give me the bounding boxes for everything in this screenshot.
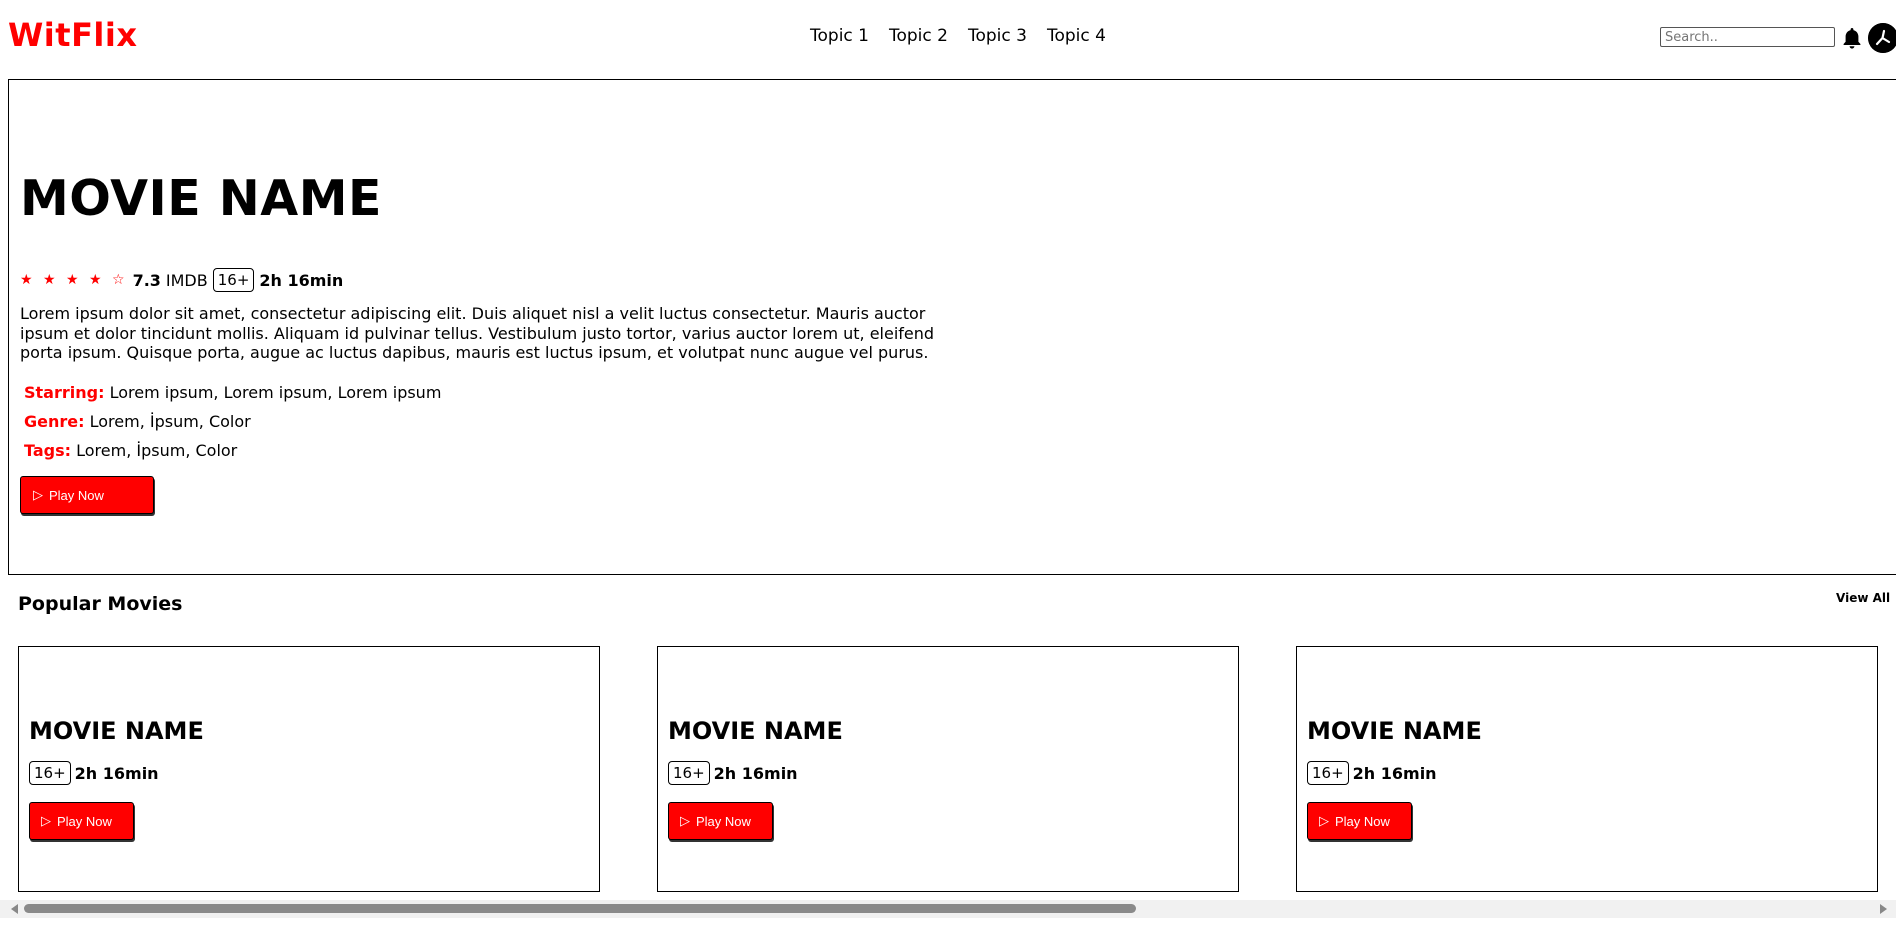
logo[interactable]: WitFlix (8, 16, 138, 54)
movie-card[interactable]: MOVIE NAME 16+ 2h 16min ▷ Play Now (18, 646, 600, 892)
movie-meta: 16+ 2h 16min (668, 761, 798, 785)
movie-card[interactable]: MOVIE NAME 16+ 2h 16min ▷ Play Now (657, 646, 1239, 892)
starring-row: Starring: Lorem ipsum, Lorem ipsum, Lore… (24, 383, 441, 402)
duration: 2h 16min (259, 270, 344, 290)
nav-topic-2[interactable]: Topic 2 (889, 26, 948, 46)
section-title: Popular Movies (18, 593, 183, 615)
age-badge: 16+ (1307, 761, 1349, 785)
play-button[interactable]: ▷ Play Now (668, 802, 773, 840)
play-button[interactable]: ▷ Play Now (29, 802, 134, 840)
duration: 2h 16min (1352, 763, 1437, 783)
tags-label: Tags: (24, 441, 72, 460)
movie-title: MOVIE NAME (1307, 717, 1482, 745)
header: WitFlix Topic 1 Topic 2 Topic 3 Topic 4 (0, 0, 1896, 78)
play-label: Play Now (49, 487, 104, 503)
rating-value: 7.3 (132, 270, 161, 290)
play-icon: ▷ (1319, 813, 1329, 828)
search-input[interactable] (1660, 27, 1835, 47)
page: WitFlix Topic 1 Topic 2 Topic 3 Topic 4 … (0, 0, 1896, 925)
play-icon: ▷ (33, 487, 43, 502)
age-badge: 16+ (668, 761, 710, 785)
genre-value: Lorem, İpsum, Color (89, 412, 251, 431)
play-label: Play Now (1335, 813, 1390, 829)
duration: 2h 16min (713, 763, 798, 783)
duration: 2h 16min (74, 763, 159, 783)
age-badge: 16+ (212, 268, 255, 292)
main-nav: Topic 1 Topic 2 Topic 3 Topic 4 (810, 26, 1106, 46)
starring-label: Starring: (24, 383, 105, 402)
genre-label: Genre: (24, 412, 85, 431)
age-badge: 16+ (29, 761, 71, 785)
play-button[interactable]: ▷ Play Now (1307, 802, 1412, 840)
bell-icon[interactable] (1840, 26, 1864, 50)
starring-value: Lorem ipsum, Lorem ipsum, Lorem ipsum (109, 383, 442, 402)
star-rating: ★ ★ ★ ★ ☆ (20, 272, 128, 288)
view-all-link[interactable]: View All (1836, 591, 1890, 605)
movie-title: MOVIE NAME (29, 717, 204, 745)
hero-description: Lorem ipsum dolor sit amet, consectetur … (20, 304, 935, 362)
hero-title: MOVIE NAME (20, 170, 382, 227)
rating-source: IMDB (165, 270, 208, 290)
movie-title: MOVIE NAME (668, 717, 843, 745)
hero-meta: ★ ★ ★ ★ ☆ 7.3 IMDB 16+ 2h 16min (20, 268, 343, 292)
play-icon: ▷ (41, 813, 51, 828)
play-icon: ▷ (680, 813, 690, 828)
avatar[interactable] (1868, 23, 1896, 53)
hero-play-button[interactable]: ▷ Play Now (20, 476, 154, 514)
nav-topic-1[interactable]: Topic 1 (810, 26, 869, 46)
horizontal-scrollbar[interactable] (0, 900, 1896, 918)
movie-meta: 16+ 2h 16min (1307, 761, 1437, 785)
genre-row: Genre: Lorem, İpsum, Color (24, 412, 251, 431)
scroll-right-arrow-icon[interactable] (1880, 904, 1887, 914)
movie-card[interactable]: MOVIE NAME 16+ 2h 16min ▷ Play Now (1296, 646, 1878, 892)
scroll-left-arrow-icon[interactable] (11, 904, 18, 914)
play-label: Play Now (696, 813, 751, 829)
nav-topic-4[interactable]: Topic 4 (1047, 26, 1106, 46)
tags-row: Tags: Lorem, İpsum, Color (24, 441, 237, 460)
nav-topic-3[interactable]: Topic 3 (968, 26, 1027, 46)
movie-meta: 16+ 2h 16min (29, 761, 159, 785)
scrollbar-thumb[interactable] (24, 904, 1136, 913)
tags-value: Lorem, İpsum, Color (76, 441, 238, 460)
hero-banner: MOVIE NAME ★ ★ ★ ★ ☆ 7.3 IMDB 16+ 2h 16m… (8, 79, 1896, 575)
play-label: Play Now (57, 813, 112, 829)
